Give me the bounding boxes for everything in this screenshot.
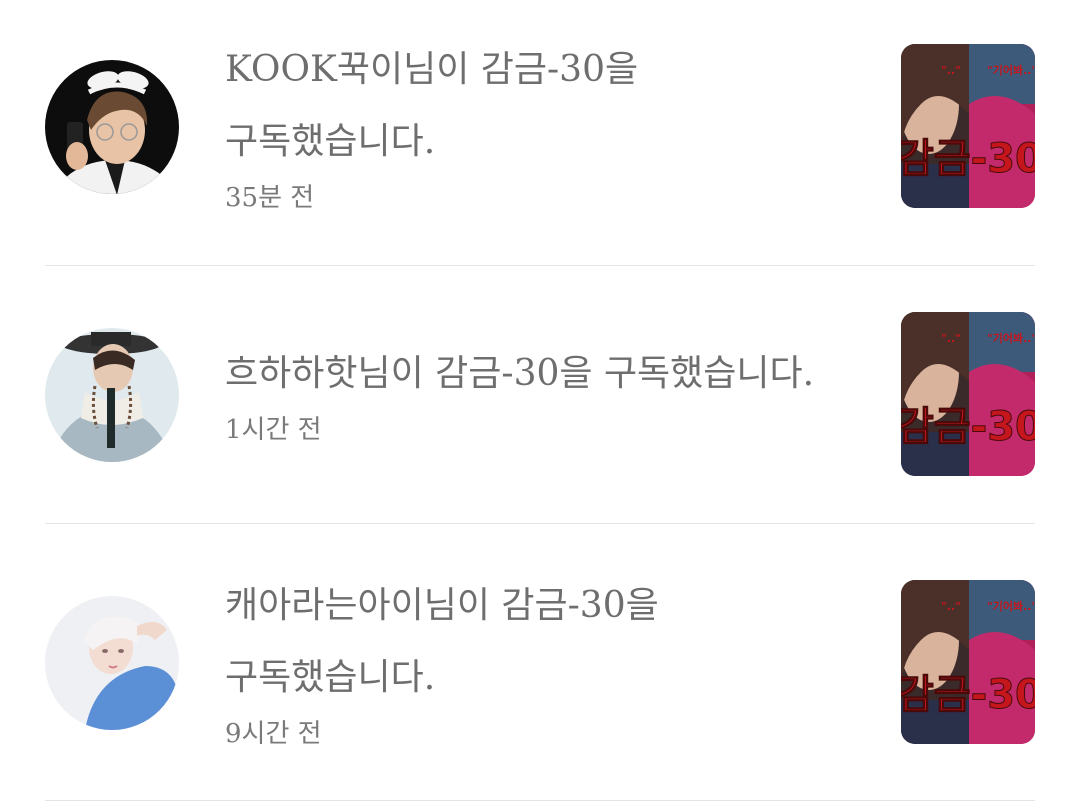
divider — [45, 265, 1035, 266]
series-thumbnail[interactable]: ".." "기어봐.." 감금-30 — [901, 44, 1035, 208]
notification-text: 흐하하핫님이 감금-30을 구독했습니다. 1시간 전 — [225, 338, 875, 448]
notification-time: 35분 전 — [225, 183, 315, 213]
notification-message-line2: 구독했습니다. — [225, 121, 436, 162]
notification-message-line1: 흐하하핫님이 감금-30을 구독했습니다. — [225, 353, 815, 394]
divider — [45, 523, 1035, 524]
thumb-quote-right: "기어봐.." — [987, 331, 1035, 345]
thumb-title: 감금-30 — [901, 136, 1035, 182]
thumb-title: 감금-30 — [901, 672, 1035, 718]
user-avatar[interactable] — [45, 328, 179, 462]
thumb-quote-right: "기어봐.." — [987, 63, 1035, 77]
notification-item[interactable]: 흐하하핫님이 감금-30을 구독했습니다. 1시간 전 ".." "기어봐.."… — [45, 312, 1035, 482]
thumb-quote-left: ".." — [941, 64, 961, 77]
thumbnail-image-icon: ".." "기어봐.." 감금-30 — [901, 44, 1035, 208]
notification-message-line1: KOOK꾹이님이 감금-30을 — [225, 49, 639, 90]
notification-text: KOOK꾹이님이 감금-30을 구독했습니다. 35분 전 — [225, 34, 875, 216]
thumb-title: 감금-30 — [901, 404, 1035, 450]
series-thumbnail[interactable]: ".." "기어봐.." 감금-30 — [901, 580, 1035, 744]
thumbnail-image-icon: ".." "기어봐.." 감금-30 — [901, 312, 1035, 476]
thumb-quote-right: "기어봐.." — [987, 599, 1035, 613]
thumb-quote-left: ".." — [941, 332, 961, 345]
thumbnail-image-icon: ".." "기어봐.." 감금-30 — [901, 580, 1035, 744]
avatar-photo-icon — [45, 60, 179, 194]
notification-item[interactable]: KOOK꾹이님이 감금-30을 구독했습니다. 35분 전 ".." "기어봐.… — [45, 44, 1035, 214]
notification-time: 9시간 전 — [225, 719, 322, 749]
avatar-photo-icon — [45, 328, 179, 462]
notification-message-line2: 구독했습니다. — [225, 657, 436, 698]
divider — [45, 800, 1035, 801]
user-avatar[interactable] — [45, 60, 179, 194]
notification-text: 캐아라는아이님이 감금-30을 구독했습니다. 9시간 전 — [225, 570, 875, 752]
series-thumbnail[interactable]: ".." "기어봐.." 감금-30 — [901, 312, 1035, 476]
user-avatar[interactable] — [45, 596, 179, 730]
thumb-quote-left: ".." — [941, 600, 961, 613]
avatar-photo-icon — [45, 596, 179, 730]
notification-message-line1: 캐아라는아이님이 감금-30을 — [225, 585, 659, 626]
notification-time: 1시간 전 — [225, 415, 322, 445]
notification-item[interactable]: 캐아라는아이님이 감금-30을 구독했습니다. 9시간 전 ".." "기어봐.… — [45, 580, 1035, 750]
